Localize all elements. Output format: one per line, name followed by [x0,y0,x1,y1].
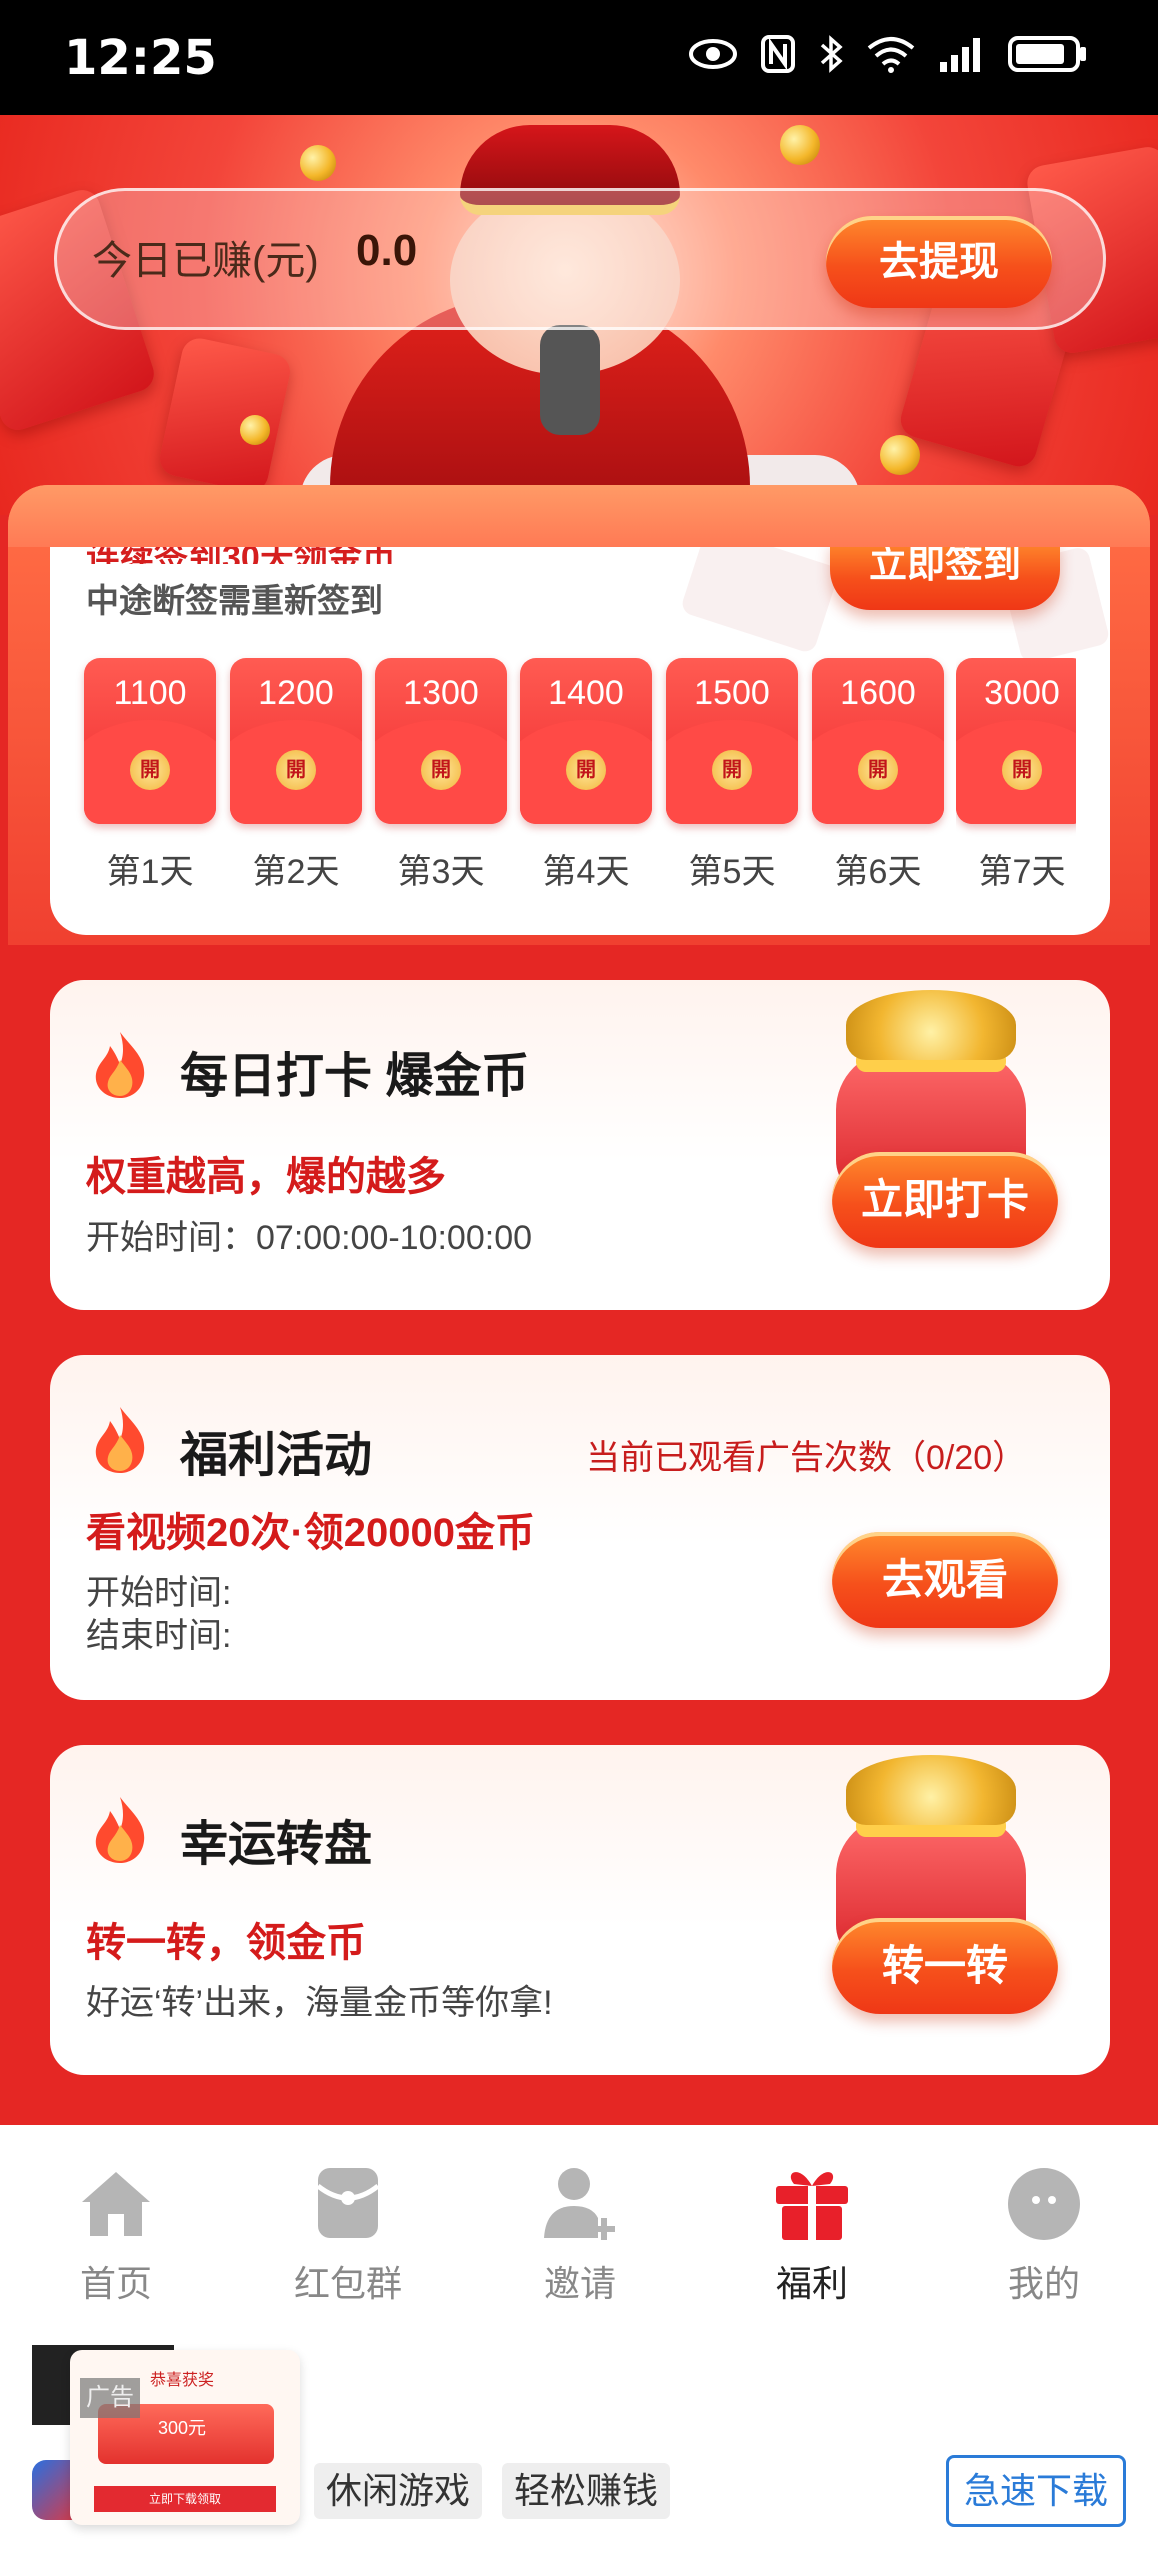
profile-icon [1008,2168,1080,2240]
day-label: 第6天 [834,853,922,891]
red-envelope-icon: 1500 開 [666,658,798,824]
lucky-wheel-highlight: 转一转，领金币 [86,1921,366,1965]
day-label: 第3天 [397,853,485,891]
watch-button[interactable]: 去观看 [832,1532,1058,1628]
lucky-wheel-title: 幸运转盘 [180,1818,373,1871]
welfare-title: 福利活动 [180,1429,373,1482]
download-button[interactable]: 急速下载 [946,2455,1126,2527]
ad-tag: 广告 [80,2378,140,2418]
daily-checkin-highlight: 权重越高，爆的越多 [86,1155,446,1199]
daily-checkin-title: 每日打卡 爆金币 [180,1050,530,1103]
flame-icon [95,1407,145,1473]
checkin-button[interactable]: 立即打卡 [832,1152,1058,1248]
nav-home[interactable]: 首页 [36,2160,196,2307]
status-icons [688,34,1088,74]
status-time: 12:25 [64,30,217,86]
home-icon [82,2172,150,2236]
red-envelope-icon: 1100 開 [84,658,216,824]
ad-chip: 轻松赚钱 [502,2463,671,2519]
ad-watch-count: 当前已观看广告次数（0/20） [586,1439,1027,1477]
day-label: 第4天 [542,853,630,891]
eye-icon [689,39,737,69]
ad-chip: 休闲游戏 [314,2463,483,2519]
earnings-label: 今日已赚(元) [92,239,319,283]
sign-in-day-2[interactable]: 1200 開 第2天 [230,658,362,893]
sign-in-subtitle: 中途断签需重新签到 [86,582,383,619]
sign-in-day-4[interactable]: 1400 開 第4天 [520,658,652,893]
red-envelope-icon: 3000 開 [956,658,1076,824]
red-envelope-icon: 1300 開 [375,658,507,824]
day-label: 第5天 [688,853,776,891]
nav-red-packet-group[interactable]: 红包群 [268,2160,428,2307]
nav-invite[interactable]: 邀请 [500,2160,660,2307]
sign-in-day-6[interactable]: 1600 開 第6天 [812,658,944,893]
welfare-start-time: 开始时间: [86,1574,232,1612]
sign-in-day-1[interactable]: 1100 開 第1天 [84,658,216,893]
nfc-icon [761,35,795,73]
nav-profile[interactable]: 我的 [964,2160,1124,2307]
bluetooth-icon [820,35,843,73]
flame-icon [95,1032,145,1098]
status-bar: 12:25 [0,0,1158,115]
gift-icon [776,2172,848,2240]
welfare-highlight: 看视频20次·领20000金币 [86,1511,536,1555]
day-label: 第1天 [106,853,194,891]
red-envelope-icon: 1200 開 [230,658,362,824]
wifi-icon [867,37,915,73]
invite-icon [544,2168,615,2240]
signal-icon [940,38,980,72]
withdraw-button[interactable]: 去提现 [826,216,1052,308]
red-envelope-icon: 1400 開 [520,658,652,824]
battery-icon [1008,36,1086,72]
ad-preview-card[interactable]: 恭喜获奖 300元 立即下载领取 [70,2350,300,2525]
day-label: 第7天 [978,853,1066,891]
red-envelope-icon: 1600 開 [812,658,944,824]
day-label: 第2天 [252,853,340,891]
spin-button[interactable]: 转一转 [832,1918,1058,2014]
sign-in-day-7[interactable]: 3000 開 第7天 [956,658,1076,893]
sign-in-day-3[interactable]: 1300 開 第3天 [375,658,507,893]
sign-in-header-band [8,485,1150,547]
daily-checkin-time: 开始时间：07:00:00-10:00:00 [86,1219,533,1257]
red-packet-group-icon [316,2168,380,2238]
sign-in-day-5[interactable]: 1500 開 第5天 [666,658,798,893]
flame-icon [95,1797,145,1863]
lucky-wheel-desc: 好运‘转’出来，海量金币等你拿! [86,1984,553,2022]
earnings-value: 0.0 [356,226,418,275]
welfare-end-time: 结束时间: [86,1617,232,1655]
nav-welfare[interactable]: 福利 [732,2160,892,2307]
sign-in-button[interactable]: 立即签到 [830,540,1060,610]
